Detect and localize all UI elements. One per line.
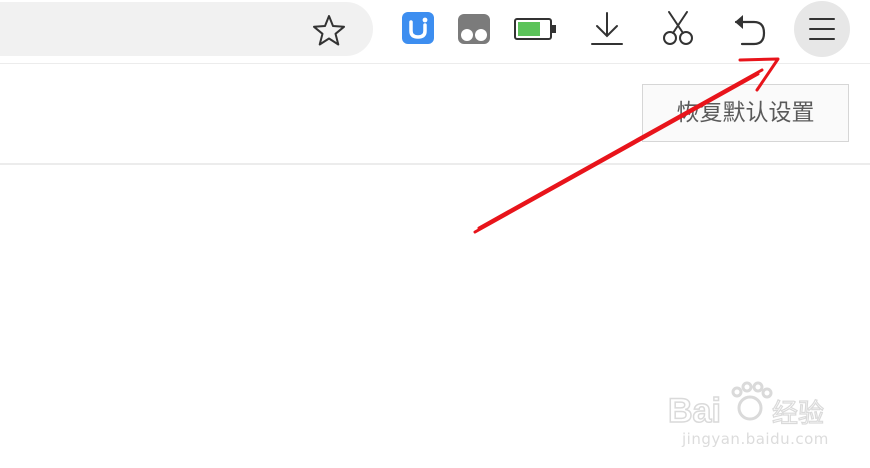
star-icon[interactable] [311, 12, 347, 48]
watermark: Bai 经验 jingyan.baidu.com [668, 372, 868, 468]
svg-text:经验: 经验 [772, 399, 824, 429]
battery-icon[interactable] [513, 16, 559, 42]
browser-toolbar [0, 0, 870, 64]
svg-text:Bai: Bai [668, 392, 721, 430]
download-icon[interactable] [588, 10, 626, 48]
restore-defaults-button[interactable]: 恢复默认设置 [642, 84, 849, 142]
ext-u-icon[interactable] [401, 11, 435, 45]
undo-icon[interactable] [728, 10, 770, 48]
baidu-jingyan-logo: Bai 经验 [668, 381, 825, 431]
menu-button[interactable] [794, 1, 850, 57]
divider [0, 163, 870, 165]
scissors-icon[interactable] [659, 9, 697, 47]
menu-icon [809, 18, 835, 40]
ext-mask-icon[interactable] [456, 12, 492, 46]
watermark-url: jingyan.baidu.com [682, 430, 829, 448]
